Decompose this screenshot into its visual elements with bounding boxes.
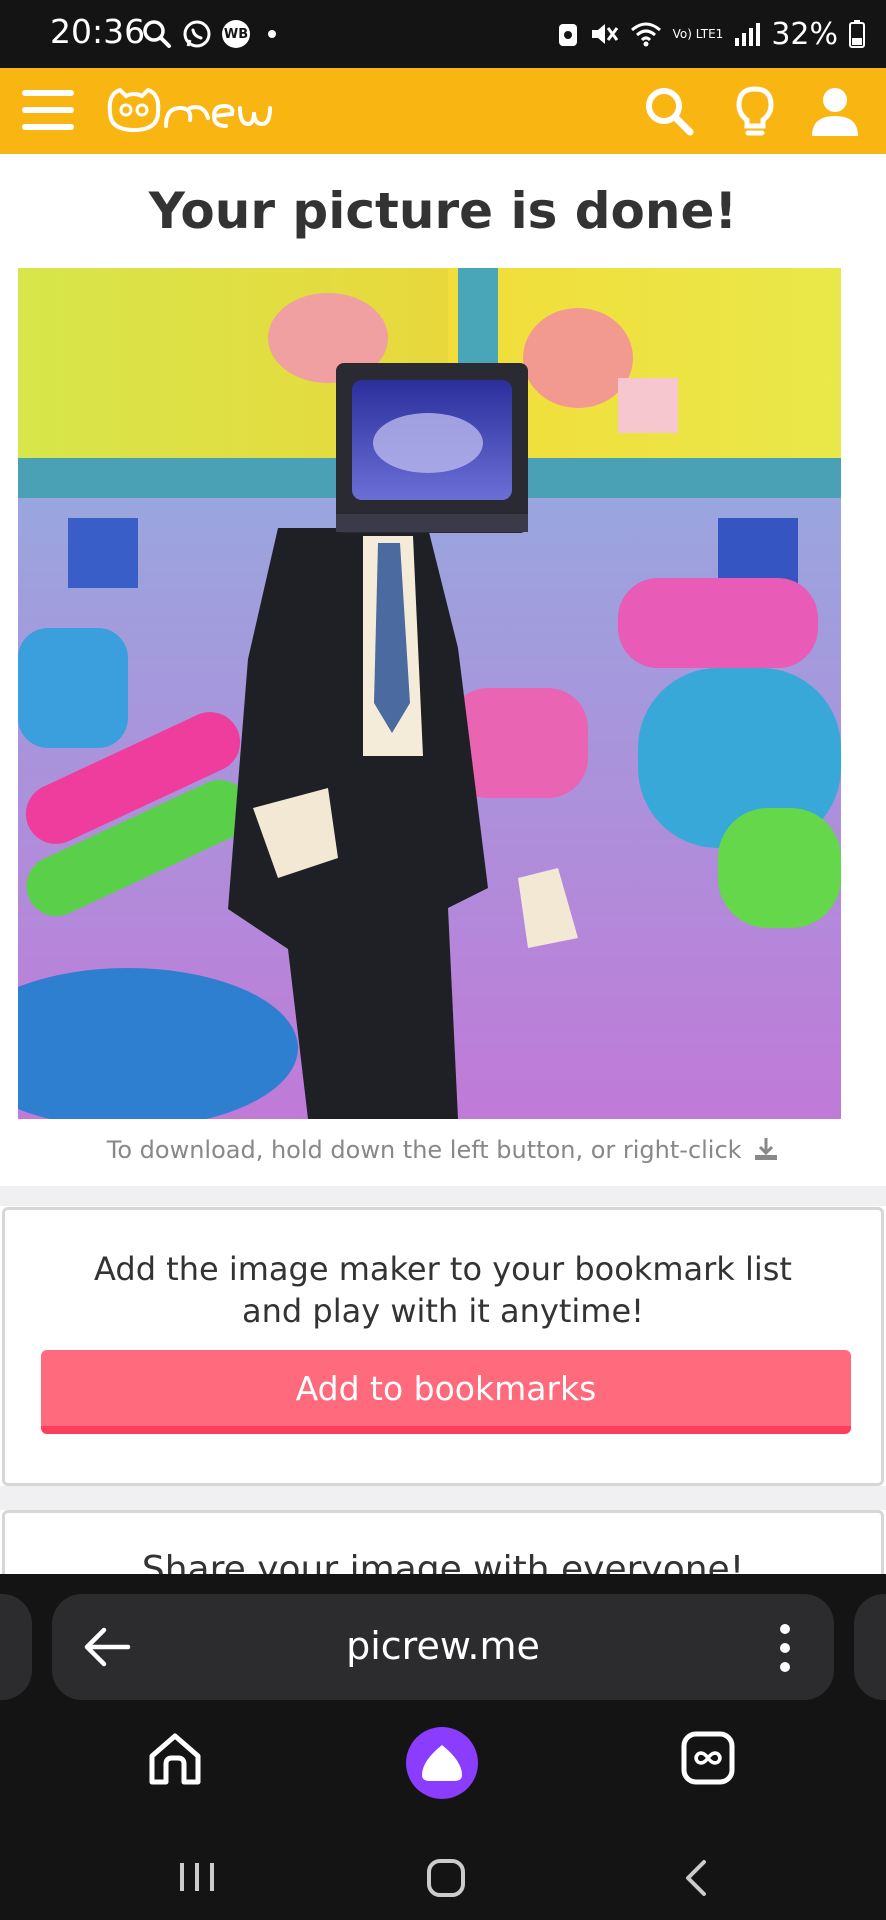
whatsapp-icon bbox=[183, 20, 211, 48]
alarm-icon bbox=[558, 24, 577, 46]
app-header bbox=[0, 68, 886, 154]
download-note: To download, hold down the left button, … bbox=[0, 1136, 886, 1164]
section-divider bbox=[0, 1186, 886, 1206]
bookmark-message-line2: and play with it anytime! bbox=[242, 1292, 644, 1330]
page-title: Your picture is done! bbox=[148, 182, 738, 240]
picrew-logo[interactable] bbox=[104, 82, 278, 140]
alice-drop-icon bbox=[422, 1745, 462, 1781]
url-text[interactable]: picrew.me bbox=[52, 1624, 834, 1668]
search-icon[interactable] bbox=[642, 84, 696, 138]
status-notification-icons: WB bbox=[142, 16, 276, 52]
section-divider bbox=[0, 1486, 886, 1510]
tabs-icon[interactable] bbox=[680, 1730, 736, 1786]
download-note-text: To download, hold down the left button, … bbox=[106, 1136, 742, 1164]
share-card: Share your image with everyone! bbox=[2, 1510, 884, 1580]
more-notifications-dot bbox=[268, 30, 276, 38]
generated-picture[interactable] bbox=[18, 268, 841, 1119]
user-icon[interactable] bbox=[808, 84, 862, 138]
status-time: 20:36 bbox=[50, 12, 146, 51]
more-options-icon[interactable] bbox=[780, 1624, 792, 1672]
wifi-icon bbox=[630, 22, 661, 47]
home-icon[interactable] bbox=[146, 1730, 204, 1788]
add-to-bookmarks-button[interactable]: Add to bookmarks bbox=[41, 1350, 851, 1434]
search-notification-icon bbox=[143, 20, 171, 48]
status-system-icons: Vo) LTE1 32% bbox=[557, 14, 866, 54]
bookmark-card: Add the image maker to your bookmark lis… bbox=[2, 1207, 884, 1486]
volte-label: Vo) LTE1 bbox=[672, 26, 724, 41]
mute-icon bbox=[591, 24, 618, 44]
bookmark-message: Add the image maker to your bookmark lis… bbox=[5, 1248, 881, 1332]
address-bar[interactable]: picrew.me bbox=[52, 1594, 834, 1700]
signal-icon bbox=[735, 23, 761, 46]
wb-badge-icon: WB bbox=[222, 20, 250, 48]
recent-apps-icon[interactable] bbox=[178, 1860, 216, 1894]
system-back-icon[interactable] bbox=[680, 1858, 710, 1898]
system-navigation-bar bbox=[0, 1832, 886, 1920]
download-icon bbox=[755, 1138, 778, 1160]
menu-icon[interactable] bbox=[22, 88, 74, 132]
bookmark-message-line1: Add the image maker to your bookmark lis… bbox=[94, 1250, 792, 1288]
alice-assistant-icon[interactable] bbox=[406, 1727, 478, 1799]
lightbulb-icon[interactable] bbox=[728, 84, 782, 138]
browser-bottom-bar: picrew.me bbox=[0, 1574, 886, 1920]
next-tab-pill[interactable] bbox=[854, 1594, 886, 1700]
system-home-icon[interactable] bbox=[426, 1858, 466, 1898]
battery-percent: 32% bbox=[771, 16, 838, 52]
status-bar: 20:36 WB Vo) LTE1 32% bbox=[0, 0, 886, 68]
previous-tab-pill[interactable] bbox=[0, 1594, 32, 1700]
battery-icon bbox=[849, 20, 865, 48]
